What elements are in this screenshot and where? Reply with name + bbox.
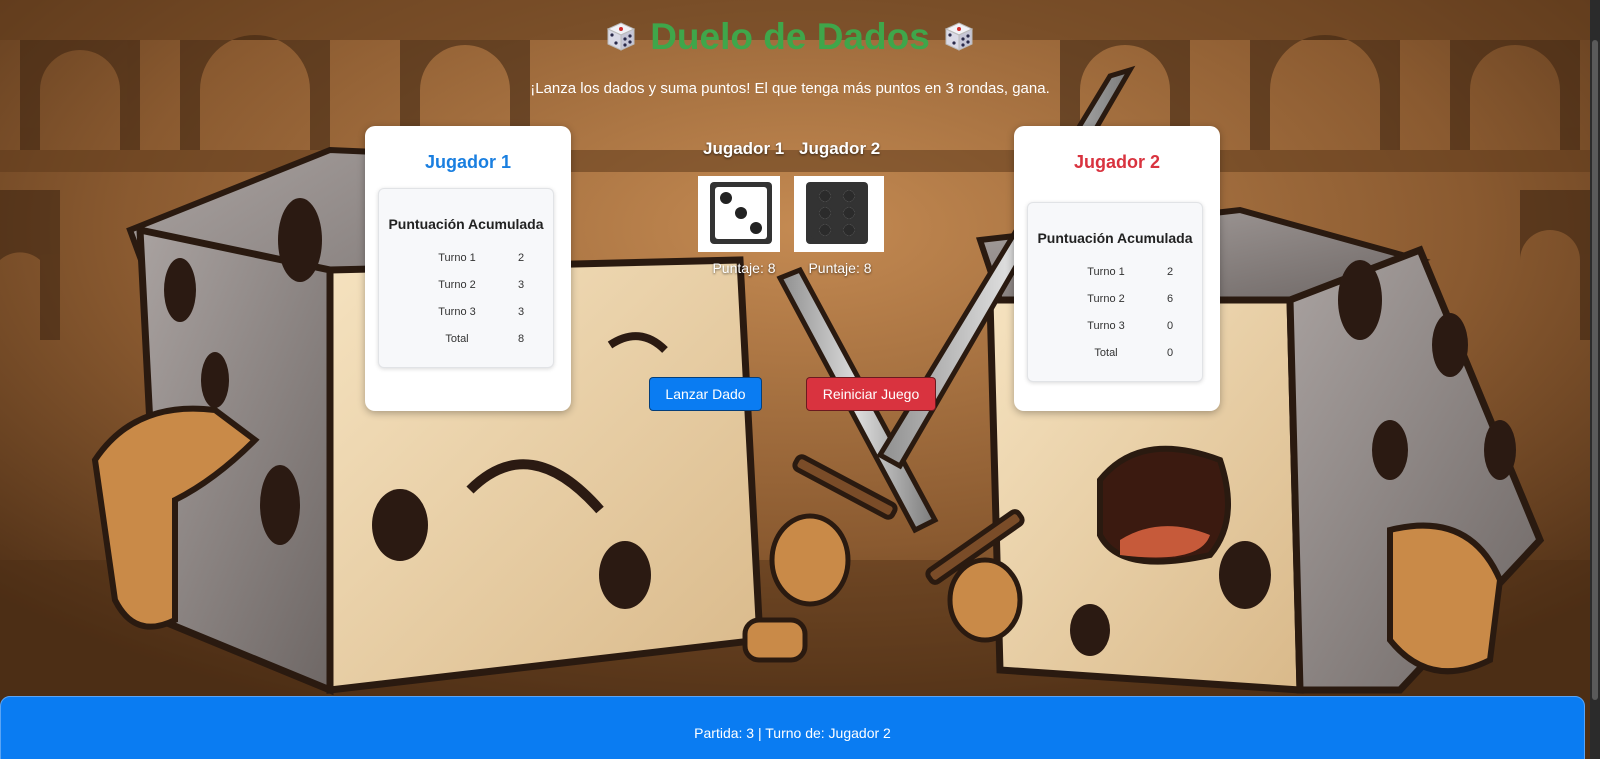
turn-label: Turno 1 <box>438 251 476 264</box>
die-pip-fill <box>843 224 855 236</box>
player1-score-table: Turno 1 2 Turno 2 3 Turno 3 3 Total 8 <box>402 244 530 352</box>
die-pip-fill <box>843 190 855 202</box>
table-row: Turno 3 0 <box>1051 312 1179 339</box>
die-pip <box>750 222 762 234</box>
turn-label: Turno 2 <box>1087 292 1125 305</box>
table-row: Turno 3 3 <box>402 298 530 325</box>
total-label: Total <box>1094 346 1118 359</box>
die-pip-fill <box>843 207 855 219</box>
player2-score-box: Puntuación Acumulada Turno 1 2 Turno 2 6 T… <box>1027 202 1203 382</box>
die-pip <box>720 192 732 204</box>
total-value: 0 <box>1166 346 1174 359</box>
turn-label: Turno 2 <box>438 278 476 291</box>
player1-score-title: Puntuación Acumulada <box>388 216 544 232</box>
total-value: 8 <box>517 332 525 345</box>
turn-value: 2 <box>517 251 525 264</box>
player2-card: Jugador 2 Puntuación Acumulada Turno 1 2 … <box>1014 126 1220 411</box>
background-illustration <box>0 0 1600 759</box>
turn-value: 2 <box>1166 265 1174 278</box>
turn-label: Turno 3 <box>1087 319 1125 332</box>
turn-label: Turno 1 <box>1087 265 1125 278</box>
player2-score-title: Puntuación Acumulada <box>1037 230 1193 246</box>
game-title-text: Duelo de Dados <box>650 16 930 57</box>
table-row: Turno 2 3 <box>402 271 530 298</box>
scrollbar[interactable] <box>1590 0 1600 759</box>
dice-emoji-icon <box>606 22 636 51</box>
player1-roll-score: Puntaje: 8 <box>712 260 776 276</box>
turn-value: 3 <box>517 305 525 318</box>
die-face-icon <box>806 182 868 244</box>
total-label: Total <box>445 332 469 345</box>
roll-dice-button[interactable]: Lanzar Dado <box>649 377 762 411</box>
turn-value: 0 <box>1166 319 1174 332</box>
turn-label: Turno 3 <box>438 305 476 318</box>
table-row: Turno 1 2 <box>1051 258 1179 285</box>
turn-value: 3 <box>517 278 525 291</box>
table-row: Turno 1 2 <box>402 244 530 271</box>
player2-name: Jugador 2 <box>1073 152 1161 172</box>
player1-card: Jugador 1 Puntuación Acumulada Turno 1 2 … <box>365 126 571 411</box>
dice-label-player2: Jugador 2 <box>799 139 881 158</box>
die-face-icon <box>710 182 772 244</box>
die-pip-fill <box>819 207 831 219</box>
die-pip-fill <box>819 224 831 236</box>
die-pip <box>735 207 747 219</box>
die-player1 <box>698 176 780 252</box>
table-row: Total 0 <box>1051 339 1179 366</box>
table-row: Total 8 <box>402 325 530 352</box>
player2-roll-score: Puntaje: 8 <box>808 260 872 276</box>
player1-score-box: Puntuación Acumulada Turno 1 2 Turno 2 3 T… <box>378 188 554 368</box>
die-pip-fill <box>819 190 831 202</box>
scrollbar-thumb[interactable] <box>1592 40 1598 700</box>
game-subtitle: ¡Lanza los dados y suma puntos! El que t… <box>530 80 1050 97</box>
table-row: Turno 2 6 <box>1051 285 1179 312</box>
game-title: Duelo de Dados <box>0 16 1580 58</box>
status-bar: Partida: 3 | Turno de: Jugador 2 <box>0 696 1585 759</box>
dice-label-player1: Jugador 1 <box>703 139 785 158</box>
dice-emoji-icon <box>944 22 973 51</box>
status-text: Partida: 3 | Turno de: Jugador 2 <box>694 725 891 741</box>
die-player2 <box>794 176 884 252</box>
player2-score-table: Turno 1 2 Turno 2 6 Turno 3 0 Total 0 <box>1051 258 1179 366</box>
reset-game-button[interactable]: Reiniciar Juego <box>806 377 936 411</box>
turn-value: 6 <box>1166 292 1174 305</box>
player1-name: Jugador 1 <box>424 152 512 172</box>
